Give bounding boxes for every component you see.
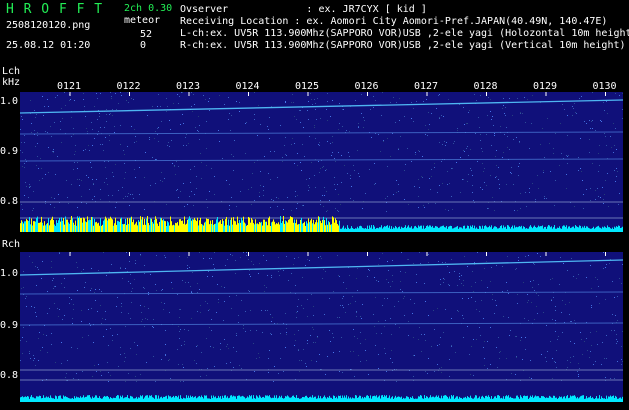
- minute-label-0123: 0123: [176, 81, 201, 92]
- rch-spectrogram: [20, 252, 623, 402]
- rch-ytick-0-9: 0.9: [0, 320, 19, 331]
- lch-ytick-0-8: 0.8: [0, 196, 19, 207]
- observer-line: Ovserver : ex. JR7CYX [ kid ]: [180, 4, 427, 15]
- app-title: H R O F F T: [6, 2, 104, 17]
- minute-label-0122: 0122: [116, 81, 141, 92]
- meteor-count-rch: 0: [140, 40, 147, 51]
- rch-info-line: R-ch:ex. UV5R 113.900Mhz(SAPPORO VOR)USB…: [180, 40, 626, 51]
- lch-spectrogram: [20, 92, 623, 232]
- rch-ytick-1-0: 1.0: [0, 268, 19, 279]
- lch-spectrogram-svg: [20, 92, 623, 232]
- minute-label-0121: 0121: [57, 81, 82, 92]
- minute-label-0124: 0124: [235, 81, 260, 92]
- meteor-label: meteor: [124, 15, 161, 26]
- lch-ytick-0-9: 0.9: [0, 146, 19, 157]
- minute-label-0126: 0126: [354, 81, 379, 92]
- location-line: Receiving Location : ex. Aomori City Aom…: [180, 16, 608, 27]
- datetime-label: 25.08.12 01:20: [6, 40, 91, 51]
- rch-ytick-0-8: 0.8: [0, 370, 19, 381]
- lch-info-line: L-ch:ex. UV5R 113.900Mhz(SAPPORO VOR)USB…: [180, 28, 629, 39]
- minute-label-0127: 0127: [414, 81, 439, 92]
- minute-label-0130: 0130: [592, 81, 617, 92]
- version-label: 2ch 0.30: [124, 3, 173, 14]
- lch-label: Lch: [2, 66, 21, 77]
- filename-label: 2508120120.png: [6, 20, 91, 31]
- minute-label-0125: 0125: [295, 81, 320, 92]
- rch-channel-label: Rch: [2, 239, 21, 250]
- minute-label-0128: 0128: [473, 81, 498, 92]
- lch-ytick-1-0: 1.0: [0, 96, 19, 107]
- rch-spectrogram-svg: [20, 252, 623, 402]
- meteor-count-lch: 52: [140, 29, 153, 40]
- rch-background: [20, 252, 623, 402]
- minute-label-0129: 0129: [533, 81, 558, 92]
